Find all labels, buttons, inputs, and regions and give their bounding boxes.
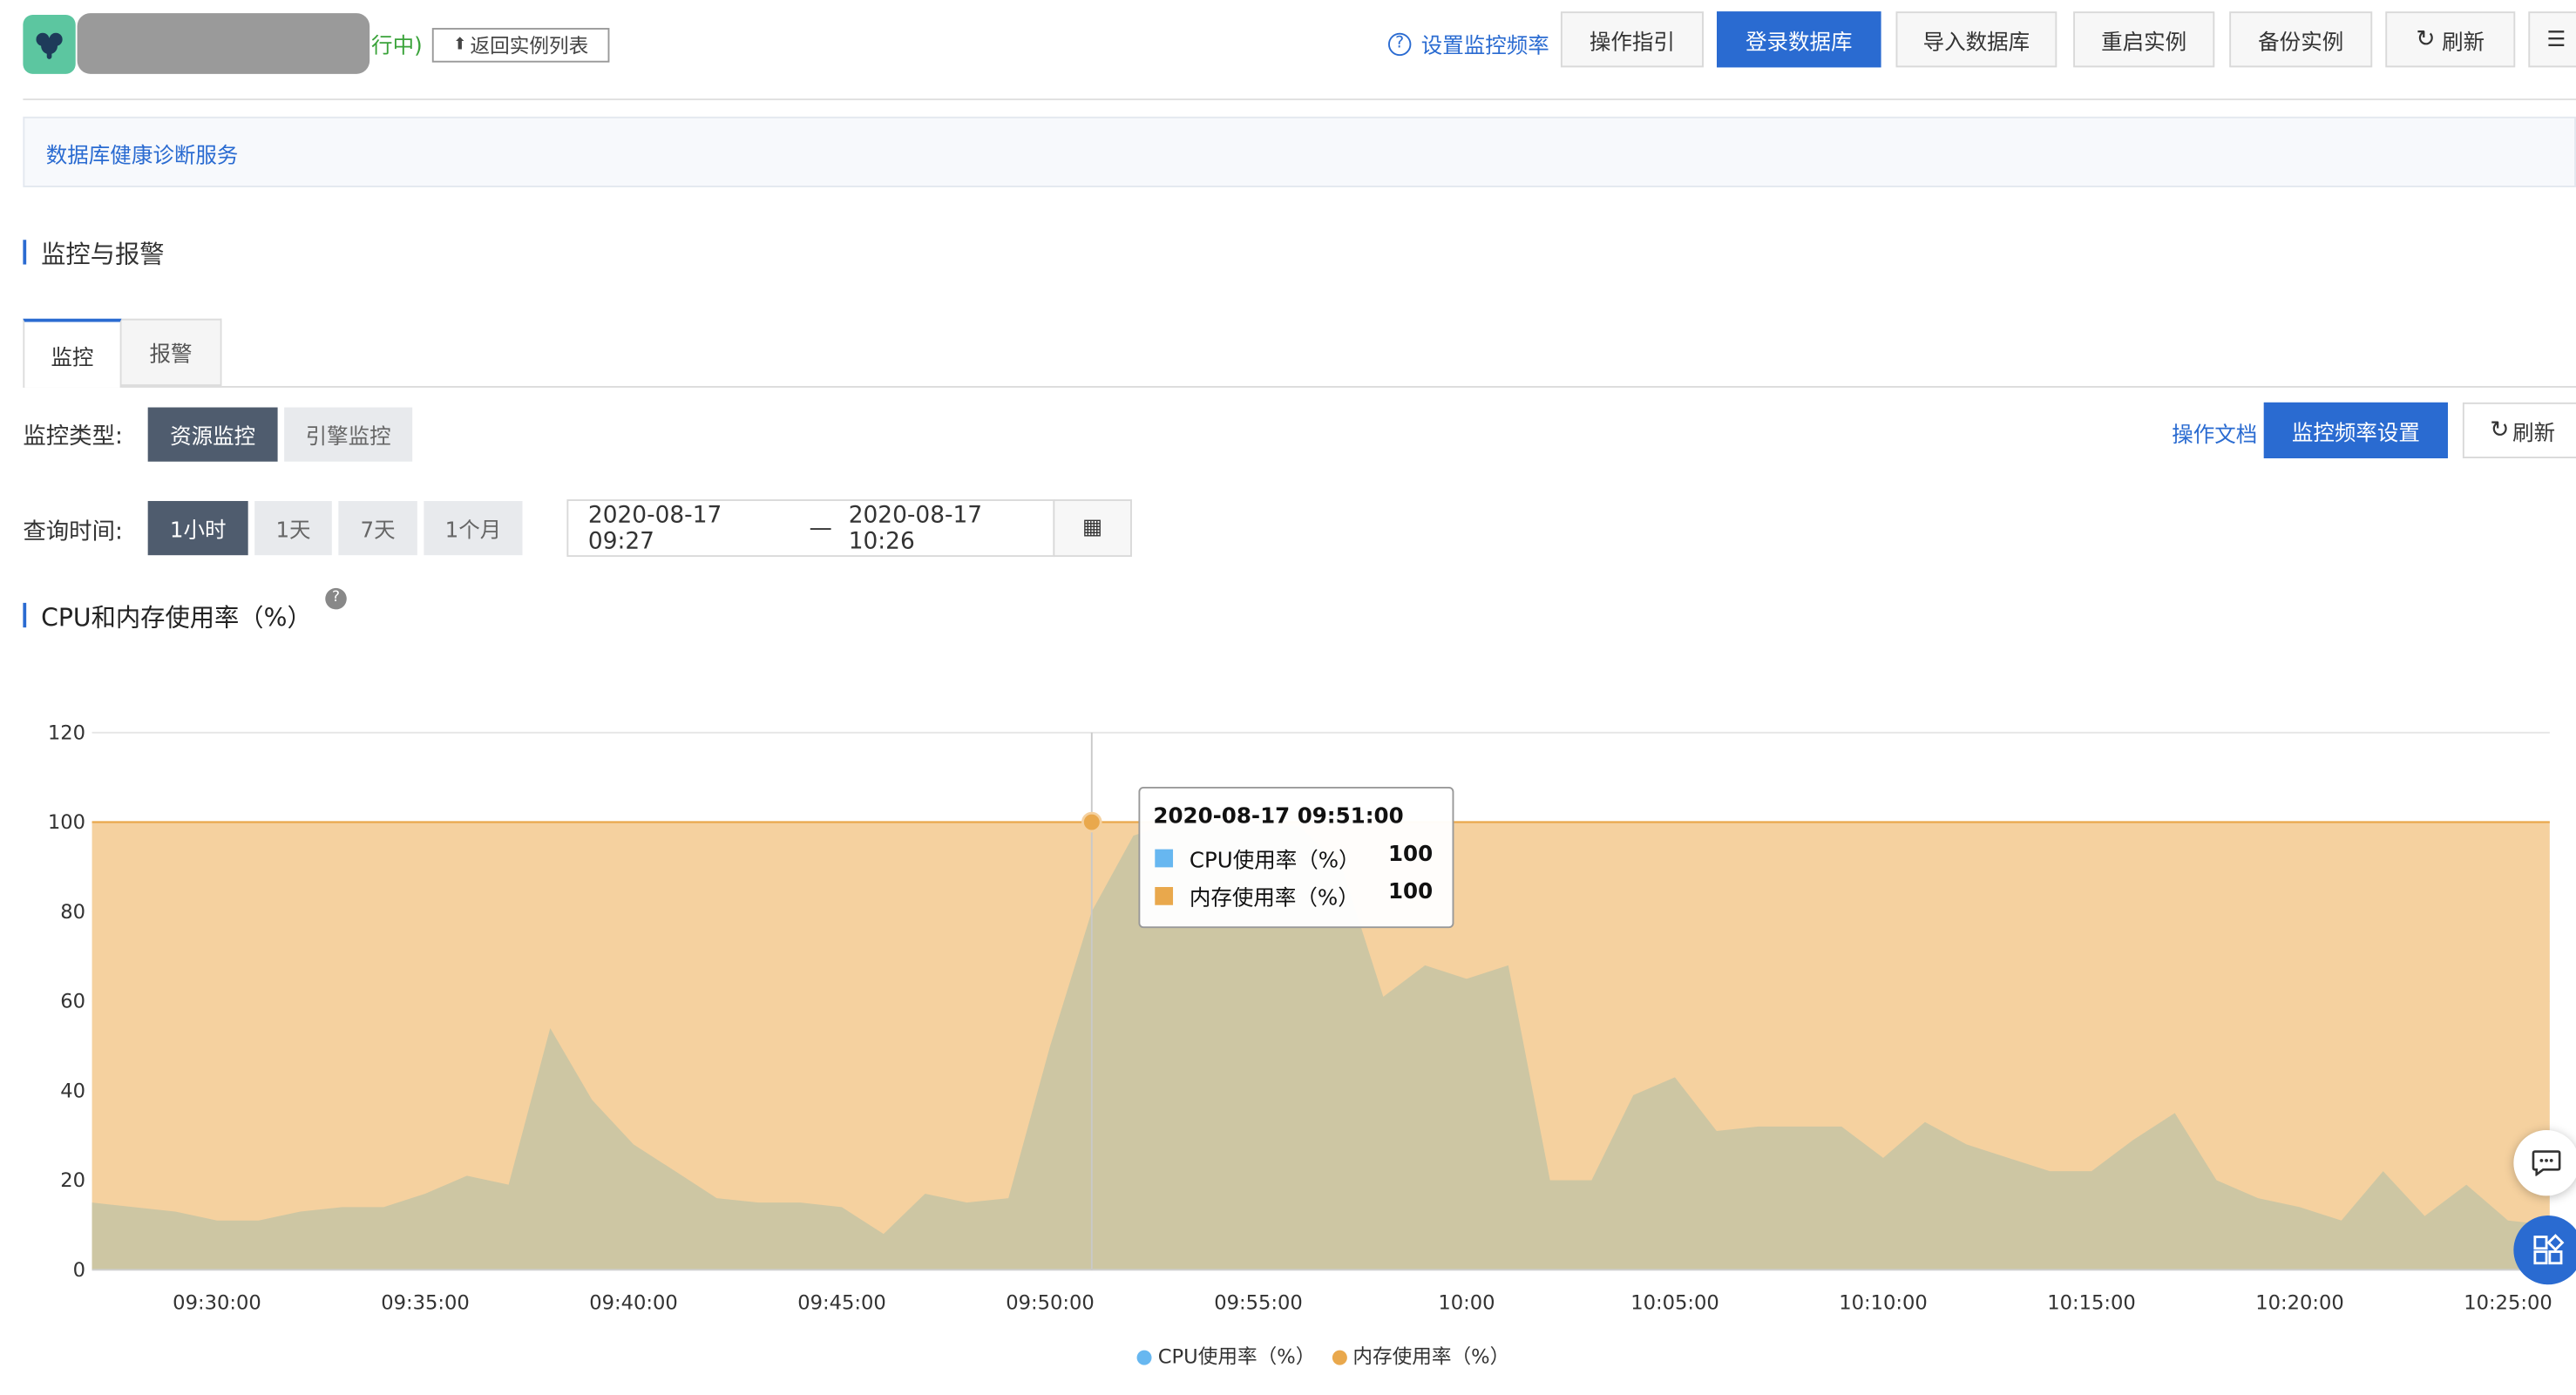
date-start: 2020-08-17 09:27: [587, 501, 722, 555]
instance-status: 行中): [371, 34, 423, 59]
legend-cpu-dot: [1136, 1350, 1152, 1365]
chart-title: CPU和内存使用率（%）: [41, 602, 312, 633]
x-tick-label: 10:20:00: [2255, 1292, 2344, 1315]
y-tick-label: 100: [48, 811, 85, 834]
range-1-month-button[interactable]: 1个月: [424, 500, 523, 556]
back-to-list-button[interactable]: ⬆ 返回实例列表: [431, 28, 610, 63]
section-accent-bar: [23, 240, 27, 265]
refresh-label: 刷新: [2442, 30, 2485, 56]
legend-mem-dot: [1332, 1350, 1347, 1365]
list-menu-button[interactable]: ☰: [2528, 11, 2576, 68]
guide-button[interactable]: 操作指引: [1560, 11, 1704, 68]
legend-mem-label: 内存使用率（%）: [1352, 1344, 1510, 1369]
set-monitor-frequency-link[interactable]: ? 设置监控频率: [1387, 28, 1549, 59]
x-tick-label: 09:45:00: [797, 1292, 886, 1315]
login-db-button[interactable]: 登录数据库: [1717, 11, 1881, 68]
chart-legend: CPU使用率（%） 内存使用率（%）: [1136, 1342, 1509, 1370]
monitor-frequency-label: 设置监控频率: [1420, 34, 1549, 59]
help-circle-icon: ?: [1387, 31, 1412, 56]
monitor-refresh-label: 刷新: [2512, 421, 2556, 446]
monitor-type-label: 监控类型:: [23, 423, 123, 450]
x-tick-label: 10:00: [1438, 1292, 1495, 1315]
y-tick-label: 20: [60, 1169, 85, 1192]
tooltip-cpu-name: CPU使用率（%）: [1189, 849, 1360, 874]
section-title: 监控与报警: [41, 240, 165, 270]
backup-instance-button[interactable]: 备份实例: [2229, 11, 2373, 68]
tabs-baseline: [23, 386, 2576, 388]
chart-accent-bar: [23, 602, 27, 628]
x-tick-label: 10:10:00: [1839, 1292, 1928, 1315]
query-time-label: 查询时间:: [23, 518, 123, 545]
instance-name-redacted: [77, 13, 370, 74]
x-tick-label: 09:35:00: [381, 1292, 470, 1315]
x-tick-label: 09:50:00: [1006, 1292, 1095, 1315]
apps-float-button[interactable]: [2513, 1216, 2576, 1285]
refresh-icon: ↻: [2416, 26, 2436, 53]
legend-mem[interactable]: 内存使用率（%）: [1332, 1342, 1509, 1370]
chart-tooltip: 2020-08-17 09:51:00 CPU使用率（%） 100 内存使用率（…: [1138, 787, 1454, 929]
y-tick-label: 0: [73, 1259, 85, 1282]
apps-grid-icon: [2533, 1234, 2565, 1265]
tooltip-cpu-swatch: [1155, 849, 1174, 868]
tooltip-mem-value: 100: [1387, 880, 1434, 905]
refresh-button[interactable]: ↻ 刷新: [2385, 11, 2516, 68]
elephant-icon: [36, 32, 63, 59]
x-tick-label: 10:05:00: [1630, 1292, 1719, 1315]
refresh-icon: ↻: [2490, 416, 2510, 444]
header-divider: [23, 98, 2576, 100]
tooltip-title: 2020-08-17 09:51:00: [1153, 804, 1404, 830]
health-diagnosis-link[interactable]: 数据库健康诊断服务: [46, 138, 239, 169]
x-tick-label: 10:25:00: [2464, 1292, 2552, 1315]
date-range-input[interactable]: 2020-08-17 09:27 — 2020-08-17 10:26: [566, 499, 1055, 558]
y-tick-label: 120: [48, 721, 85, 744]
feedback-float-button[interactable]: [2513, 1130, 2576, 1196]
x-tick-label: 09:30:00: [173, 1292, 261, 1315]
monitor-refresh-button[interactable]: ↻ 刷新: [2462, 402, 2576, 458]
calendar-icon: ▦: [1082, 515, 1103, 541]
y-tick-label: 60: [60, 991, 85, 1013]
y-tick-label: 40: [60, 1080, 85, 1102]
list-icon: ☰: [2546, 27, 2566, 52]
x-tick-label: 10:15:00: [2047, 1292, 2136, 1315]
tooltip-mem-name: 内存使用率（%）: [1189, 887, 1359, 912]
back-label: 返回实例列表: [470, 34, 589, 58]
resource-monitor-button[interactable]: 资源监控: [147, 407, 278, 462]
tab-alarm[interactable]: 报警: [121, 318, 222, 387]
app-logo: [23, 14, 76, 74]
tab-alarm-label: 报警: [149, 343, 193, 369]
date-separator: —: [809, 515, 832, 542]
import-db-button[interactable]: 导入数据库: [1895, 11, 2057, 68]
range-1-day-button[interactable]: 1天: [254, 500, 332, 556]
operation-doc-link[interactable]: 操作文档: [2172, 417, 2257, 448]
tooltip-cpu-value: 100: [1387, 843, 1434, 868]
notice-bar: 数据库健康诊断服务: [23, 116, 2576, 187]
engine-monitor-button[interactable]: 引擎监控: [284, 407, 413, 462]
hover-point-marker: [1081, 811, 1102, 833]
restart-instance-button[interactable]: 重启实例: [2073, 11, 2215, 68]
legend-cpu[interactable]: CPU使用率（%）: [1136, 1342, 1316, 1370]
chat-icon: [2532, 1150, 2561, 1176]
legend-cpu-label: CPU使用率（%）: [1157, 1344, 1316, 1369]
x-tick-label: 09:55:00: [1214, 1292, 1303, 1315]
range-7-days-button[interactable]: 7天: [338, 500, 417, 556]
calendar-button[interactable]: ▦: [1053, 499, 1132, 558]
upload-arrow-icon: ⬆: [452, 36, 467, 55]
chart-help-icon[interactable]: ?: [325, 587, 347, 610]
range-1-hour-button[interactable]: 1小时: [147, 500, 248, 556]
tooltip-mem-swatch: [1155, 887, 1174, 905]
tab-monitor[interactable]: 监控: [23, 318, 122, 388]
tab-monitor-label: 监控: [51, 345, 94, 371]
monitor-frequency-settings-button[interactable]: 监控频率设置: [2263, 402, 2448, 458]
y-tick-label: 80: [60, 901, 85, 924]
date-end: 2020-08-17 10:26: [848, 501, 983, 555]
x-tick-label: 09:40:00: [589, 1292, 678, 1315]
